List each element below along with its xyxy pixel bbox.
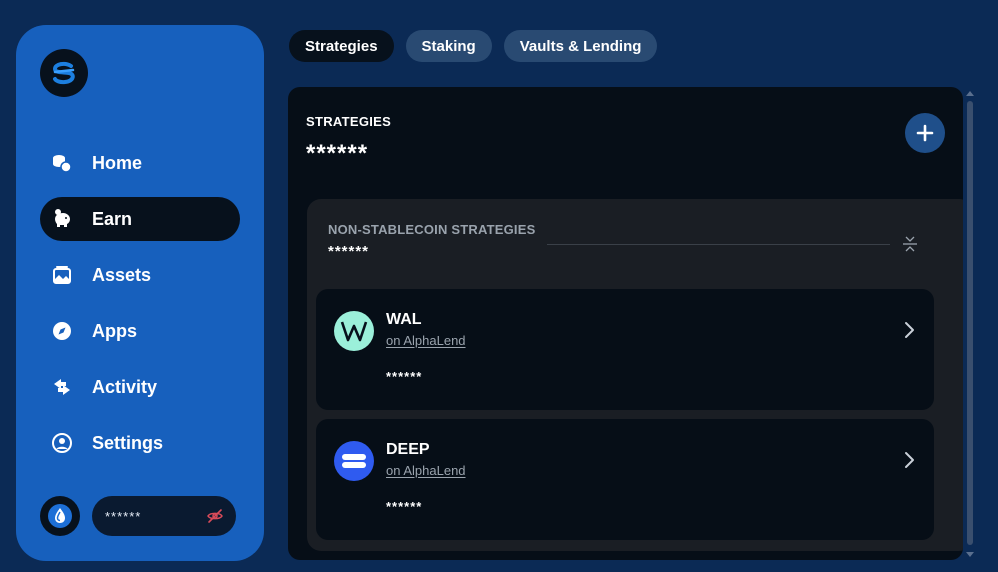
coins-icon bbox=[51, 152, 73, 174]
tab-strategies[interactable]: Strategies bbox=[289, 30, 394, 62]
group-divider bbox=[547, 244, 890, 245]
deep-token-icon bbox=[334, 441, 374, 481]
panel-title: STRATEGIES bbox=[306, 114, 392, 129]
app-root: Home Earn Assets Apps Activity Settings … bbox=[0, 0, 998, 572]
sidebar-item-label: Apps bbox=[92, 320, 137, 341]
user-circle-icon bbox=[51, 432, 73, 454]
sidebar-item-home[interactable]: Home bbox=[40, 141, 240, 185]
add-strategy-button[interactable] bbox=[905, 113, 945, 153]
sidebar-item-apps[interactable]: Apps bbox=[40, 309, 240, 353]
sidebar-item-settings[interactable]: Settings bbox=[40, 421, 240, 465]
collapse-icon[interactable] bbox=[901, 235, 919, 253]
token-source-link[interactable]: on AlphaLend bbox=[386, 463, 466, 478]
chevron-right-icon bbox=[905, 322, 914, 338]
transfer-icon bbox=[51, 376, 73, 398]
logo-mark-icon bbox=[52, 61, 75, 85]
scroll-up-icon[interactable] bbox=[965, 89, 975, 97]
piggy-bank-icon bbox=[51, 208, 73, 230]
wal-token-icon bbox=[334, 311, 374, 351]
sidebar-item-label: Activity bbox=[92, 376, 158, 397]
sidebar-item-label: Earn bbox=[92, 208, 133, 229]
sidebar-item-earn[interactable]: Earn bbox=[40, 197, 240, 241]
panel-scrollbar[interactable] bbox=[965, 89, 975, 559]
wallet-avatar[interactable] bbox=[40, 496, 80, 536]
panel-total-value: ****** bbox=[306, 140, 369, 167]
droplet-icon bbox=[48, 504, 72, 528]
scroll-down-icon[interactable] bbox=[965, 551, 975, 559]
non-stablecoin-group: NON-STABLECOIN STRATEGIES ****** WAL on … bbox=[307, 199, 963, 551]
tab-vaults-lending[interactable]: Vaults & Lending bbox=[503, 30, 658, 62]
sidebar-item-assets[interactable]: Assets bbox=[40, 253, 240, 297]
tab-staking[interactable]: Staking bbox=[405, 30, 492, 62]
token-name: WAL bbox=[386, 311, 422, 328]
group-title: NON-STABLECOIN STRATEGIES bbox=[328, 222, 536, 237]
tab-bar: Strategies Staking Vaults & Lending bbox=[289, 30, 658, 62]
token-value: ****** bbox=[386, 499, 423, 514]
scroll-thumb[interactable] bbox=[967, 101, 973, 545]
suiet-logo[interactable] bbox=[40, 49, 88, 97]
sidebar-nav: Home Earn Assets Apps Activity Settings bbox=[40, 141, 240, 477]
eye-off-icon[interactable] bbox=[206, 507, 224, 525]
sidebar-item-label: Settings bbox=[92, 432, 164, 453]
wallet-row: ****** bbox=[40, 496, 240, 536]
sidebar-item-label: Assets bbox=[92, 264, 152, 285]
strategy-card-deep[interactable]: DEEP on AlphaLend ****** bbox=[316, 419, 934, 540]
token-source-link[interactable]: on AlphaLend bbox=[386, 333, 466, 348]
strategies-panel: STRATEGIES ****** NON-STABLECOIN STRATEG… bbox=[288, 87, 963, 560]
group-value: ****** bbox=[328, 243, 370, 260]
image-icon bbox=[51, 264, 73, 286]
plus-icon bbox=[916, 124, 934, 142]
sidebar: Home Earn Assets Apps Activity Settings … bbox=[16, 25, 264, 561]
strategy-card-wal[interactable]: WAL on AlphaLend ****** bbox=[316, 289, 934, 410]
sidebar-item-activity[interactable]: Activity bbox=[40, 365, 240, 409]
wallet-balance-pill[interactable]: ****** bbox=[92, 496, 236, 536]
token-value: ****** bbox=[386, 369, 423, 384]
compass-icon bbox=[51, 320, 73, 342]
sidebar-item-label: Home bbox=[92, 152, 143, 173]
token-name: DEEP bbox=[386, 441, 430, 458]
masked-balance: ****** bbox=[105, 508, 142, 524]
chevron-right-icon bbox=[905, 452, 914, 468]
